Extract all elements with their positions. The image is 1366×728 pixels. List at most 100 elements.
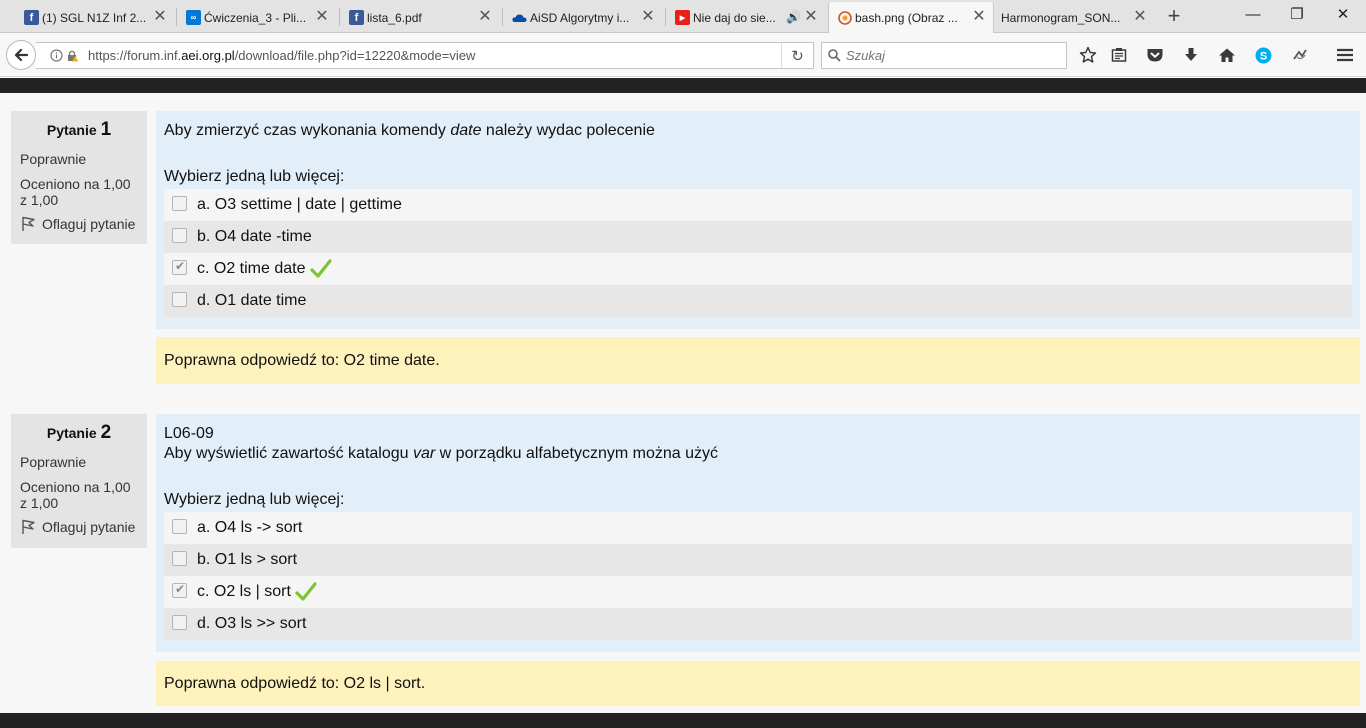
menu-icon[interactable]: [1333, 43, 1357, 67]
nav-bar: https://forum.inf.aei.org.pl/download/fi…: [0, 33, 1366, 77]
close-icon[interactable]: ✕: [640, 9, 656, 25]
answer-option[interactable]: b. O4 date -time: [164, 221, 1352, 253]
flag-icon: [22, 216, 35, 231]
tab-title: bash.png (Obraz ...: [855, 10, 958, 25]
answer-label: a. O3 settime | date | gettime: [197, 196, 402, 213]
answer-prompt: Wybierz jedną lub więcej:: [164, 168, 345, 185]
reading-list-icon[interactable]: [1107, 43, 1131, 67]
answer-label: c. O2 ls | sort: [197, 583, 291, 600]
tab-cwiczenia[interactable]: ∞ Ćwiczenia_3 - Pli... ✕: [178, 2, 336, 33]
tab-title: Nie daj do sie...: [693, 10, 776, 25]
answer-option[interactable]: b. O1 ls > sort: [164, 544, 1352, 576]
skype-icon[interactable]: S: [1251, 43, 1275, 67]
answer-option[interactable]: a. O4 ls -> sort: [164, 512, 1352, 544]
question-formulation: Aby zmierzyć czas wykonania komendy date…: [156, 111, 1360, 329]
image-icon: [837, 10, 852, 25]
tab-harmonogram[interactable]: Harmonogram_SON... ✕: [996, 2, 1154, 33]
close-icon[interactable]: ✕: [477, 9, 493, 25]
answer-label: d. O1 date time: [197, 292, 307, 309]
search-input[interactable]: [846, 48, 1056, 63]
question-info: Pytanie 2 Poprawnie Oceniono na 1,00 z 1…: [11, 414, 147, 548]
youtube-icon: ▶: [675, 10, 690, 25]
flag-question-link[interactable]: Oflaguj pytanie: [20, 519, 138, 535]
answer-checkbox[interactable]: [172, 582, 187, 598]
question-number: Pytanie 1: [46, 119, 112, 140]
reload-icon[interactable]: ↻: [781, 43, 813, 68]
answer-option[interactable]: d. O1 date time: [164, 285, 1352, 317]
question-text: Aby wyświetlić zawartość katalogu var w …: [164, 445, 719, 462]
answer-option[interactable]: c. O2 ls | sort: [164, 576, 1352, 608]
back-button[interactable]: [6, 40, 36, 70]
answer-checkbox[interactable]: [172, 195, 187, 211]
url-text[interactable]: https://forum.inf.aei.org.pl/download/fi…: [84, 48, 781, 63]
close-icon[interactable]: ✕: [803, 9, 819, 25]
flag-question-label: Oflaguj pytanie: [42, 519, 136, 535]
tab-bar: f (1) SGL N1Z Inf 2... ✕ ∞ Ćwiczenia_3 -…: [0, 0, 1366, 33]
tab-facebook-1[interactable]: f (1) SGL N1Z Inf 2... ✕: [16, 2, 174, 33]
answer-label: b. O1 ls > sort: [197, 551, 298, 568]
answer-label: d. O3 ls >> sort: [197, 615, 307, 632]
correct-tick-icon: [309, 259, 332, 278]
tab-lista[interactable]: f lista_6.pdf ✕: [341, 2, 499, 33]
answer-list: a. O3 settime | date | gettime b. O4 dat…: [164, 189, 1352, 317]
svg-text:S: S: [1259, 50, 1266, 62]
question-grade: Oceniono na 1,00 z 1,00: [20, 176, 131, 208]
tab-title: (1) SGL N1Z Inf 2...: [42, 10, 147, 25]
flag-question-label: Oflaguj pytanie: [42, 216, 136, 232]
correct-tick-icon: [295, 582, 317, 601]
close-icon[interactable]: ✕: [314, 9, 330, 25]
answer-option[interactable]: d. O3 ls >> sort: [164, 608, 1352, 640]
back-arrow-icon: [14, 48, 29, 62]
pocket-icon[interactable]: [1143, 43, 1167, 67]
answer-option[interactable]: c. O2 time date: [164, 253, 1352, 285]
restore-button[interactable]: ❐: [1274, 0, 1320, 30]
correct-answer-feedback: Poprawna odpowiedź to: O2 time date.: [156, 337, 1360, 384]
answer-checkbox[interactable]: [172, 550, 187, 566]
close-window-button[interactable]: ✕: [1320, 0, 1366, 30]
speaker-icon[interactable]: 🔊: [786, 10, 801, 24]
minimize-button[interactable]: —: [1230, 0, 1276, 30]
tab-youtube[interactable]: ▶ Nie daj do sie... 🔊 ✕: [667, 2, 825, 33]
extension-icon[interactable]: [1289, 43, 1313, 67]
url-bar[interactable]: https://forum.inf.aei.org.pl/download/fi…: [36, 42, 814, 69]
question-info: Pytanie 1 Poprawnie Oceniono na 1,00 z 1…: [11, 111, 147, 244]
answer-checkbox[interactable]: [172, 227, 187, 243]
answer-option[interactable]: a. O3 settime | date | gettime: [164, 189, 1352, 221]
answer-checkbox[interactable]: [172, 518, 187, 534]
question-number: Pytanie 2: [46, 422, 112, 443]
office-icon: ∞: [186, 10, 201, 25]
question-state: Poprawnie: [20, 151, 87, 167]
flag-question-link[interactable]: Oflaguj pytanie: [20, 216, 138, 232]
answer-checkbox[interactable]: [172, 614, 187, 630]
facebook-icon: f: [24, 10, 39, 25]
answer-checkbox[interactable]: [172, 259, 187, 275]
close-icon[interactable]: ✕: [971, 9, 987, 25]
close-icon[interactable]: ✕: [152, 9, 168, 25]
close-icon[interactable]: ✕: [1132, 9, 1148, 25]
tab-title: Ćwiczenia_3 - Pli...: [204, 10, 307, 25]
download-icon[interactable]: [1179, 43, 1203, 67]
flag-icon: [22, 519, 35, 534]
question-grade: Oceniono na 1,00 z 1,00: [20, 479, 131, 511]
lock-warning-icon: [67, 50, 78, 62]
new-tab-button[interactable]: +: [1163, 4, 1185, 28]
bookmark-star-icon[interactable]: [1076, 43, 1100, 67]
page-footer-strip: [0, 713, 1366, 728]
tab-aisd[interactable]: AiSD Algorytmy i... ✕: [504, 2, 662, 33]
answer-prompt: Wybierz jedną lub więcej:: [164, 491, 345, 508]
tab-title: lista_6.pdf: [367, 10, 422, 25]
answer-label: a. O4 ls -> sort: [197, 519, 303, 536]
onedrive-icon: [512, 10, 527, 25]
answer-list: a. O4 ls -> sort b. O1 ls > sort c. O2 l…: [164, 512, 1352, 640]
question-text: Aby zmierzyć czas wykonania komendy date…: [164, 122, 655, 139]
home-icon[interactable]: [1215, 43, 1239, 67]
tab-title: AiSD Algorytmy i...: [530, 10, 630, 25]
question-state: Poprawnie: [20, 454, 87, 470]
site-info-icon[interactable]: [36, 49, 84, 62]
facebook-icon: f: [349, 10, 364, 25]
search-bar[interactable]: [821, 42, 1067, 69]
correct-answer-feedback: Poprawna odpowiedź to: O2 ls | sort.: [156, 661, 1360, 706]
tab-bash-png[interactable]: bash.png (Obraz ... ✕: [828, 2, 994, 33]
answer-label: c. O2 time date: [197, 260, 306, 277]
answer-checkbox[interactable]: [172, 291, 187, 307]
